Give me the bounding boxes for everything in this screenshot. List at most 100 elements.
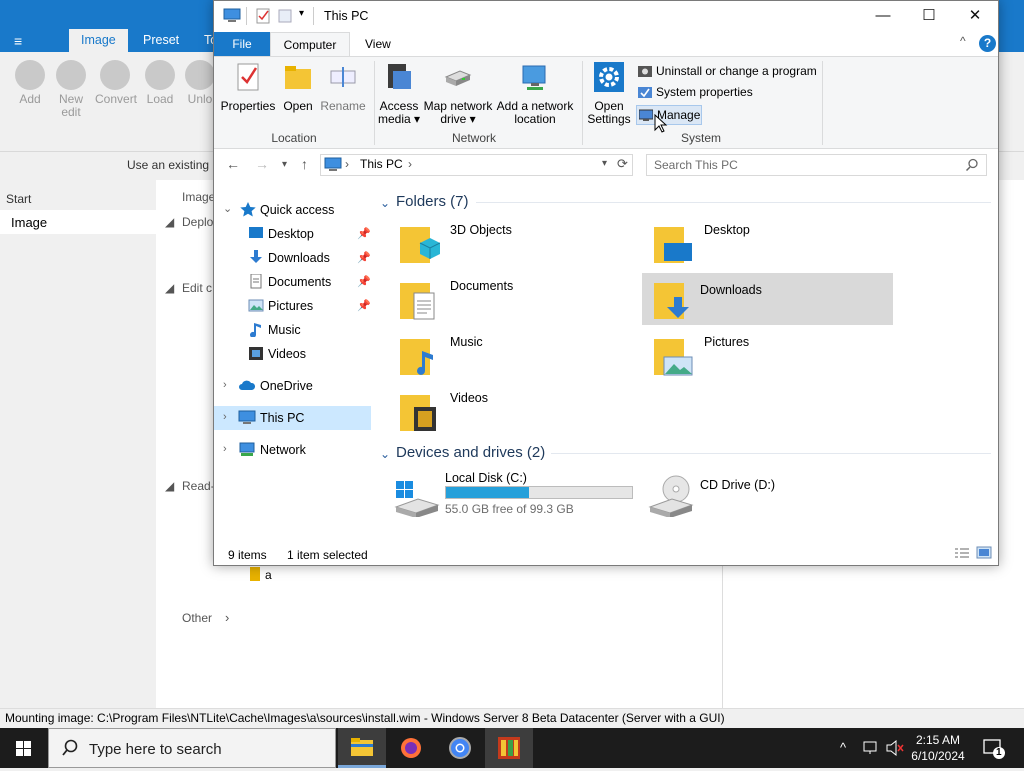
- folder-desktop[interactable]: Desktop: [654, 219, 894, 271]
- access-media-button[interactable]: Access media ▾: [377, 61, 421, 126]
- nav-item-downloads[interactable]: Downloads 📌: [214, 246, 371, 270]
- network-icon[interactable]: [862, 740, 880, 759]
- documents-icon: [250, 274, 262, 289]
- rename-icon: [330, 67, 356, 87]
- system-properties-icon: [638, 87, 652, 98]
- properties-qat-icon[interactable]: [256, 8, 270, 24]
- nav-quick-access[interactable]: ⌄ Quick access: [214, 198, 371, 222]
- folders-collapse-icon[interactable]: ⌄: [380, 196, 390, 210]
- nav-this-pc[interactable]: › This PC: [214, 406, 371, 430]
- open-button[interactable]: Open: [280, 61, 316, 113]
- folder-videos[interactable]: Videos: [400, 387, 640, 439]
- documents-folder-icon: [400, 283, 435, 320]
- address-separator-end[interactable]: ›: [408, 157, 412, 171]
- drive-d-name: CD Drive (D:): [700, 478, 775, 492]
- folder-pictures[interactable]: Pictures: [654, 331, 894, 383]
- nav-item-pictures[interactable]: Pictures 📌: [214, 294, 371, 318]
- refresh-button[interactable]: ⟳: [617, 156, 628, 172]
- tab-preset[interactable]: Preset: [131, 29, 191, 52]
- search-input[interactable]: Search This PC: [646, 154, 987, 176]
- folder-documents[interactable]: Documents: [400, 275, 640, 327]
- tab-image[interactable]: Image: [69, 29, 128, 52]
- add-button[interactable]: Add: [10, 60, 50, 106]
- taskbar-ntlite[interactable]: [485, 728, 533, 768]
- open-settings-button[interactable]: Open Settings: [586, 61, 632, 126]
- nav-network[interactable]: › Network: [214, 438, 371, 462]
- tree-leaf[interactable]: a: [265, 568, 272, 582]
- chevron-right-icon: ›: [225, 610, 230, 625]
- nav-item-music[interactable]: Music: [214, 318, 371, 342]
- tree-deploy[interactable]: Deplo: [182, 215, 213, 229]
- tree-edit[interactable]: Edit c: [182, 281, 212, 295]
- up-button[interactable]: ↑: [301, 156, 308, 172]
- manage-button[interactable]: Manage: [636, 105, 702, 125]
- help-icon[interactable]: ?: [979, 35, 996, 52]
- forward-button[interactable]: →: [255, 156, 269, 172]
- details-view-icon[interactable]: [954, 547, 970, 559]
- chevron-up-icon[interactable]: ^: [840, 740, 846, 755]
- new-folder-qat-icon[interactable]: [278, 8, 292, 24]
- pin-icon: 📌: [357, 228, 371, 240]
- taskbar-firefox[interactable]: [387, 728, 435, 768]
- hard-drive-icon: [394, 481, 440, 517]
- nav-item-videos[interactable]: Videos: [214, 342, 371, 366]
- new-edit-button[interactable]: New edit: [51, 60, 91, 119]
- minimize-button[interactable]: —: [860, 1, 906, 32]
- firefox-icon: [401, 738, 421, 758]
- nav-item-documents[interactable]: Documents 📌: [214, 270, 371, 294]
- uninstall-program-button[interactable]: Uninstall or change a program: [636, 62, 817, 82]
- nav-onedrive[interactable]: › OneDrive: [214, 374, 371, 398]
- this-pc-icon: [324, 157, 342, 171]
- drive-cd-d[interactable]: CD Drive (D:): [648, 471, 898, 521]
- large-icons-view-icon[interactable]: [976, 546, 992, 559]
- sidebar-item-image[interactable]: Image: [0, 210, 156, 234]
- address-path[interactable]: This PC: [360, 157, 403, 171]
- taskbar-file-explorer[interactable]: [338, 728, 386, 768]
- folder-downloads[interactable]: Downloads: [642, 273, 893, 325]
- taskbar-search[interactable]: Type here to search: [48, 728, 336, 768]
- properties-button[interactable]: Properties: [220, 61, 276, 113]
- app-statusbar: Mounting image: C:\Program Files\NTLite\…: [0, 708, 1024, 728]
- settings-gear-icon: [594, 62, 624, 92]
- tab-computer[interactable]: Computer: [270, 32, 350, 57]
- convert-button[interactable]: Convert: [95, 60, 137, 106]
- qat-dropdown-icon[interactable]: ▾: [299, 8, 304, 19]
- search-icon: [62, 739, 78, 756]
- address-separator[interactable]: ›: [345, 157, 349, 171]
- collapse-ribbon-icon[interactable]: ^: [960, 34, 966, 48]
- folder-music[interactable]: Music: [400, 331, 640, 383]
- rename-button[interactable]: Rename: [320, 61, 366, 113]
- group-network-label: Network: [451, 131, 496, 145]
- add-network-location-button[interactable]: Add a network location: [495, 61, 575, 126]
- other-section[interactable]: Other: [182, 611, 212, 625]
- drive-c-free-space: 55.0 GB free of 99.3 GB: [445, 502, 574, 516]
- menu-icon[interactable]: ≡: [14, 33, 22, 49]
- start-label: Start: [6, 192, 32, 206]
- drives-header[interactable]: Devices and drives (2): [396, 444, 545, 461]
- folders-header[interactable]: Folders (7): [396, 193, 469, 210]
- drives-collapse-icon[interactable]: ⌄: [380, 447, 390, 461]
- system-properties-button[interactable]: System properties: [636, 83, 753, 103]
- notification-icon[interactable]: 1: [982, 738, 1006, 763]
- taskbar-chrome[interactable]: [436, 728, 484, 768]
- folder-3d-objects[interactable]: 3D Objects: [400, 219, 640, 271]
- pin-icon: 📌: [357, 300, 371, 312]
- map-network-drive-button[interactable]: Map network drive ▾: [422, 61, 494, 126]
- load-button[interactable]: Load: [140, 60, 180, 106]
- close-button[interactable]: ✕: [952, 1, 998, 32]
- maximize-button[interactable]: ☐: [906, 1, 952, 32]
- this-pc-icon: [238, 410, 256, 424]
- tab-view[interactable]: View: [352, 32, 404, 56]
- clock[interactable]: 2:15 AM 6/10/2024: [900, 732, 976, 764]
- drive-c-name: Local Disk (C:): [445, 471, 527, 485]
- pin-icon: 📌: [357, 276, 371, 288]
- add-icon: [15, 60, 45, 90]
- recent-locations-icon[interactable]: ▾: [282, 159, 287, 170]
- tree-readonly[interactable]: Read-: [182, 479, 215, 493]
- tab-file[interactable]: File: [214, 32, 270, 56]
- back-button[interactable]: ←: [226, 156, 240, 172]
- disk-usage-fill: [446, 487, 529, 498]
- start-button[interactable]: [0, 728, 48, 768]
- address-dropdown-icon[interactable]: ▾: [602, 158, 607, 169]
- nav-item-desktop[interactable]: Desktop 📌: [214, 222, 371, 246]
